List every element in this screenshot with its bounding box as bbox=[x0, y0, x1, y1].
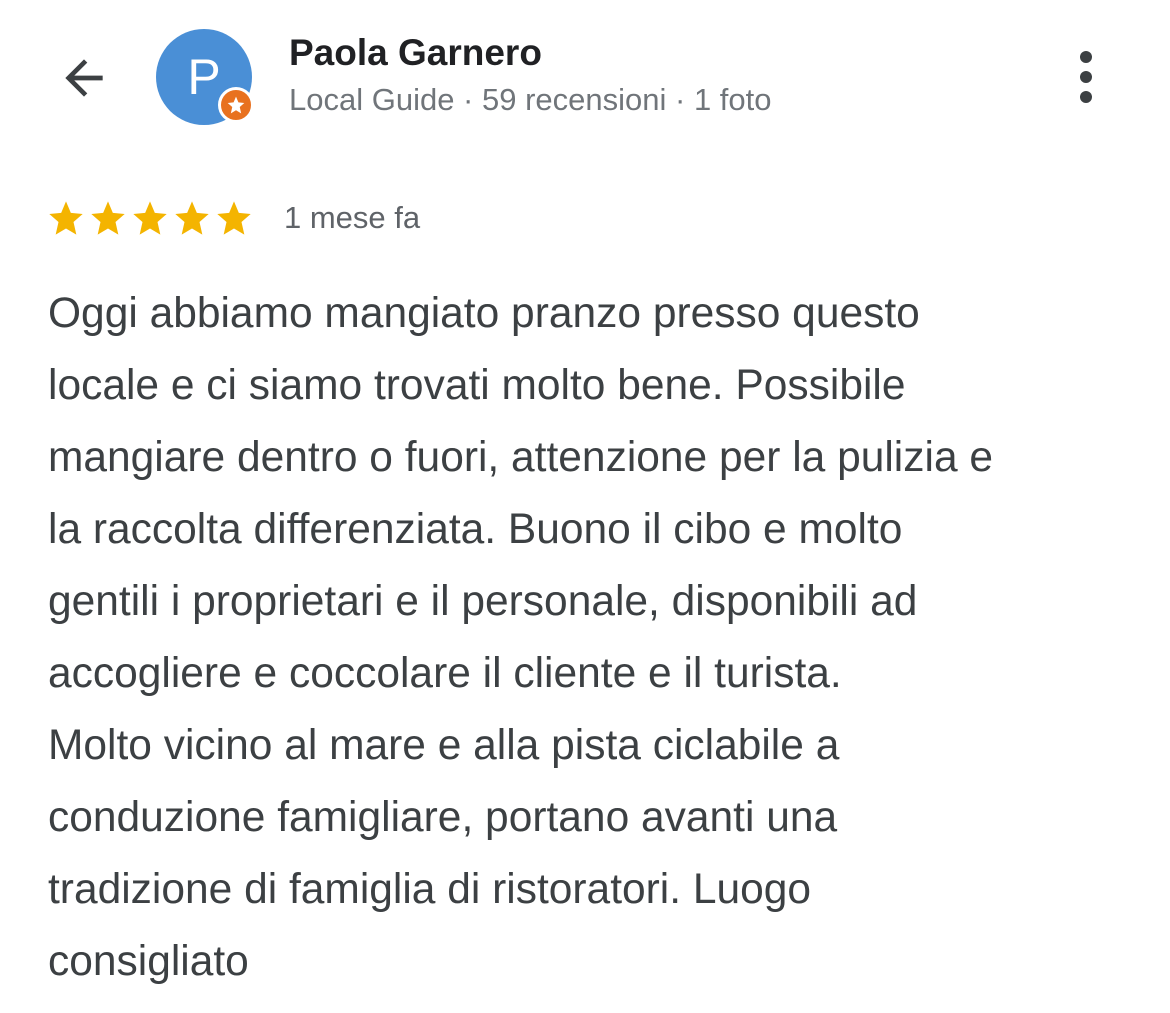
more-vertical-icon bbox=[1080, 51, 1092, 103]
more-options-button[interactable] bbox=[1060, 46, 1112, 108]
review-date: 1 mese fa bbox=[284, 200, 421, 235]
star-icon bbox=[217, 201, 251, 235]
review-header: P Paola Garnero Local Guide · 59 recensi… bbox=[0, 0, 1170, 150]
star-icon bbox=[133, 201, 167, 235]
star-icon bbox=[49, 201, 83, 235]
user-meta: Local Guide · 59 recensioni · 1 foto bbox=[289, 82, 772, 117]
local-guide-star-icon bbox=[218, 87, 254, 123]
star-icon bbox=[91, 201, 125, 235]
back-button[interactable] bbox=[48, 42, 120, 114]
rating-row: 1 mese fa bbox=[46, 196, 420, 240]
star-rating bbox=[46, 198, 256, 238]
user-avatar[interactable]: P bbox=[156, 29, 254, 127]
review-text: Oggi abbiamo mangiato pranzo presso ques… bbox=[48, 290, 994, 985]
arrow-left-icon bbox=[65, 59, 103, 97]
star-icon bbox=[175, 201, 209, 235]
user-name[interactable]: Paola Garnero bbox=[289, 32, 542, 74]
